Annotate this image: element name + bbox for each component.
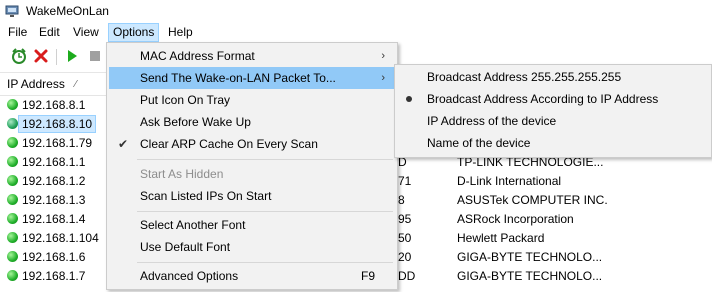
ip-cell: 192.168.1.4 bbox=[22, 212, 86, 226]
menu-help[interactable]: Help bbox=[168, 24, 193, 40]
vendor-cell: ASRock Incorporation bbox=[457, 212, 574, 226]
delete-icon[interactable] bbox=[33, 48, 49, 64]
status-online-icon bbox=[7, 118, 18, 129]
ip-cell: 192.168.1.1 bbox=[22, 155, 86, 169]
menu-item-select-another-font[interactable]: Select Another Font bbox=[109, 214, 395, 236]
menu-item-use-default-font[interactable]: Use Default Font bbox=[109, 236, 395, 258]
window-title: WakeMeOnLan bbox=[26, 4, 109, 18]
vendor-cell: GIGA-BYTE TECHNOLO... bbox=[457, 269, 603, 283]
play-icon[interactable] bbox=[64, 48, 80, 64]
menu-item-advanced-options[interactable]: Advanced Options F9 bbox=[109, 265, 395, 287]
menu-file[interactable]: File bbox=[8, 24, 27, 40]
vendor-cell: Hewlett Packard bbox=[457, 231, 545, 245]
send-to-submenu: Broadcast Address 255.255.255.255 Broadc… bbox=[394, 64, 712, 158]
menu-separator bbox=[137, 211, 393, 212]
mac-cell: 95 bbox=[398, 212, 412, 226]
menu-options[interactable]: Options bbox=[108, 23, 160, 42]
ip-cell: 192.168.8.1 bbox=[22, 98, 86, 112]
ip-cell: 192.168.1.104 bbox=[22, 231, 99, 245]
menu-edit[interactable]: Edit bbox=[39, 24, 60, 40]
mac-cell: DD bbox=[398, 269, 416, 283]
column-ip-address[interactable]: IP Address bbox=[7, 77, 65, 91]
title-bar: WakeMeOnLan bbox=[0, 0, 712, 22]
mac-cell: 20 bbox=[398, 250, 412, 264]
status-online-icon bbox=[7, 175, 18, 186]
vendor-cell: GIGA-BYTE TECHNOLO... bbox=[457, 250, 603, 264]
status-online-icon bbox=[7, 156, 18, 167]
ip-cell: 192.168.1.79 bbox=[22, 136, 93, 150]
ip-cell: 192.168.1.3 bbox=[22, 193, 86, 207]
status-online-icon bbox=[7, 251, 18, 262]
ip-cell: 192.168.1.2 bbox=[22, 174, 86, 188]
submenu-arrow-icon: › bbox=[381, 72, 385, 84]
status-online-icon bbox=[7, 213, 18, 224]
menu-item-clear-arp-cache[interactable]: ✔ Clear ARP Cache On Every Scan bbox=[109, 133, 395, 155]
menu-item-mac-address-format[interactable]: MAC Address Format › bbox=[109, 45, 395, 67]
menu-bar: File Edit View Options Help bbox=[0, 22, 712, 42]
submenu-item-device-ip[interactable]: IP Address of the device bbox=[397, 110, 709, 132]
ip-cell: 192.168.8.10 bbox=[17, 115, 97, 133]
stop-icon[interactable] bbox=[87, 48, 103, 64]
radio-bullet-icon bbox=[406, 96, 412, 102]
mac-cell: 8 bbox=[398, 193, 405, 207]
checkmark-icon: ✔ bbox=[118, 137, 129, 151]
vendor-cell: D-Link International bbox=[457, 174, 562, 188]
menu-item-scan-listed-ips[interactable]: Scan Listed IPs On Start bbox=[109, 185, 395, 207]
ip-cell: 192.168.1.7 bbox=[22, 269, 86, 283]
submenu-item-broadcast-by-ip[interactable]: Broadcast Address According to IP Addres… bbox=[397, 88, 709, 110]
options-menu: MAC Address Format › Send The Wake-on-LA… bbox=[106, 42, 398, 290]
shortcut-label: F9 bbox=[360, 269, 375, 283]
status-online-icon bbox=[7, 232, 18, 243]
status-online-icon bbox=[7, 137, 18, 148]
menu-item-put-icon-on-tray[interactable]: Put Icon On Tray bbox=[109, 89, 395, 111]
menu-item-start-as-hidden: Start As Hidden bbox=[140, 167, 224, 181]
app-icon bbox=[5, 5, 19, 17]
menu-item-ask-before-wake-up[interactable]: Ask Before Wake Up bbox=[109, 111, 395, 133]
menu-separator bbox=[137, 262, 393, 263]
status-online-icon bbox=[7, 99, 18, 110]
status-online-icon bbox=[7, 194, 18, 205]
submenu-item-broadcast-255[interactable]: Broadcast Address 255.255.255.255 bbox=[397, 66, 709, 88]
menu-view[interactable]: View bbox=[73, 24, 99, 40]
submenu-arrow-icon: › bbox=[381, 50, 385, 62]
ip-cell: 192.168.1.6 bbox=[22, 250, 86, 264]
submenu-item-device-name[interactable]: Name of the device bbox=[397, 132, 709, 154]
vendor-cell: ASUSTek COMPUTER INC. bbox=[457, 193, 608, 207]
status-online-icon bbox=[7, 270, 18, 281]
wake-alarm-icon[interactable] bbox=[11, 48, 27, 64]
mac-cell: 50 bbox=[398, 231, 412, 245]
menu-separator bbox=[137, 159, 393, 160]
menu-item-send-wol-packet-to[interactable]: Send The Wake-on-LAN Packet To... › bbox=[109, 67, 395, 89]
mac-cell: 71 bbox=[398, 174, 412, 188]
sort-arrow-icon: ⁄ bbox=[75, 79, 77, 90]
